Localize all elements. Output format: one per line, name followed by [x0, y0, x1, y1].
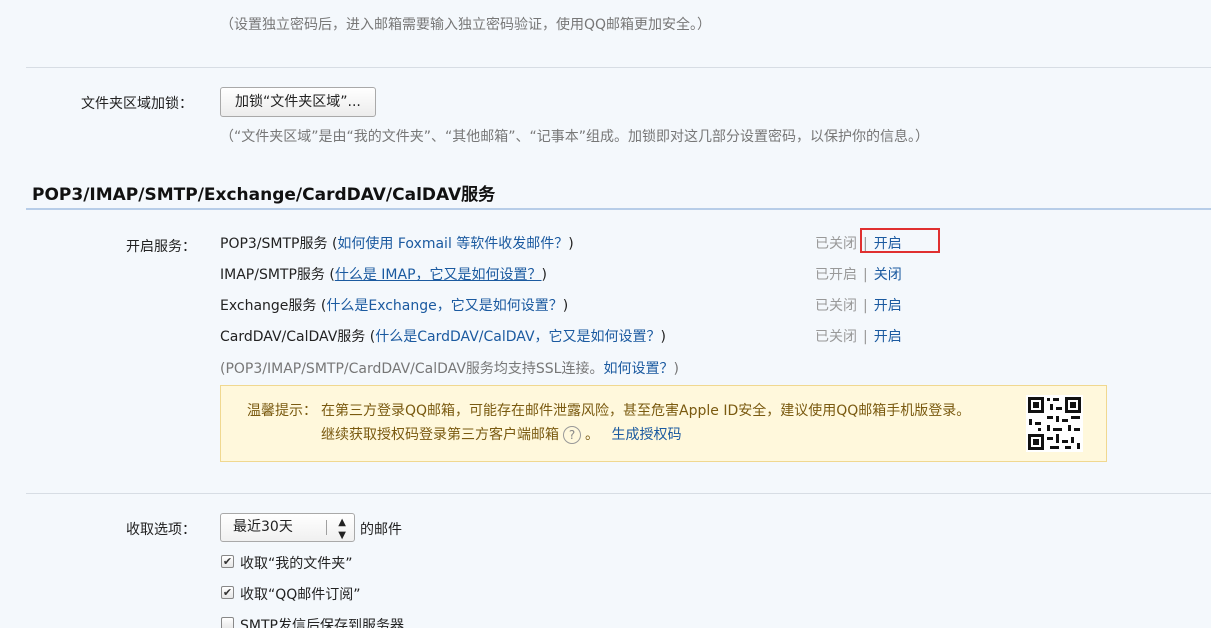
help-question-icon[interactable]: ? — [563, 426, 581, 444]
receive-range-select[interactable]: 最近30天 ▲ ▼ — [220, 513, 355, 542]
service-status-exchange: 已关闭 | 开启 — [815, 295, 902, 315]
select-divider — [326, 520, 327, 535]
tip-line1: 在第三方登录QQ邮箱，可能存在邮件泄露风险，甚至危害Apple ID安全，建议使… — [321, 403, 971, 419]
service-name: POP3/SMTP服务 — [220, 236, 328, 252]
option-label: 收取“QQ邮件订阅” — [240, 587, 361, 603]
folder-lock-note: （“文件夹区域”是由“我的文件夹”、“其他邮箱”、“记事本”组成。加锁即对这几部… — [220, 129, 930, 145]
receive-options-label: 收取选项： — [126, 522, 196, 538]
checkbox-smtp-save[interactable] — [221, 617, 234, 628]
separator: | — [863, 267, 868, 283]
service-row-carddav: CardDAV/CalDAV服务 (什么是CardDAV/CalDAV，它又是如… — [220, 326, 666, 346]
service-row-pop3: POP3/SMTP服务 (如何使用 Foxmail 等软件收发邮件？) — [220, 233, 574, 253]
service-name: Exchange服务 — [220, 298, 317, 314]
status-text: 已关闭 — [815, 236, 857, 252]
service-row-imap: IMAP/SMTP服务 (什么是 IMAP，它又是如何设置？) — [220, 264, 547, 284]
ssl-note-text: (POP3/IMAP/SMTP/CardDAV/CalDAV服务均支持SSL连接… — [220, 361, 604, 377]
paren: ) — [660, 329, 667, 345]
divider — [26, 493, 1211, 494]
service-name: CardDAV/CalDAV服务 — [220, 329, 366, 345]
qr-code-icon — [1026, 395, 1083, 452]
select-value: 最近30天 — [233, 519, 293, 535]
service-row-exchange: Exchange服务 (什么是Exchange，它又是如何设置？) — [220, 295, 568, 315]
checkbox-qq-subscription[interactable]: ✔ — [221, 586, 234, 599]
help-link-pop3[interactable]: 如何使用 Foxmail 等软件收发邮件？ — [337, 236, 568, 252]
services-label: 开启服务： — [126, 239, 196, 255]
help-link-exchange[interactable]: 什么是Exchange，它又是如何设置？ — [326, 298, 562, 314]
separator: | — [863, 329, 868, 345]
tip-line2-text: 继续获取授权码登录第三方客户端邮箱 — [321, 427, 559, 443]
folder-lock-label: 文件夹区域加锁： — [81, 96, 193, 112]
ssl-setup-link[interactable]: 如何设置？ — [603, 361, 673, 377]
highlight-box — [860, 228, 940, 253]
divider — [26, 67, 1211, 68]
paren: ) — [541, 267, 547, 283]
updown-arrows-icon: ▲ ▼ — [338, 517, 346, 541]
toggle-exchange-link[interactable]: 开启 — [874, 298, 902, 314]
generate-auth-code-link[interactable]: 生成授权码 — [611, 427, 681, 443]
service-status-imap: 已开启 | 关闭 — [815, 264, 902, 284]
period: 。 — [585, 427, 599, 443]
service-status-carddav: 已关闭 | 开启 — [815, 326, 902, 346]
separator: | — [863, 298, 868, 314]
password-note: （设置独立密码后，进入邮箱需要输入独立密码验证，使用QQ邮箱更加安全。） — [220, 17, 712, 33]
tip-line2: 继续获取授权码登录第三方客户端邮箱?。 生成授权码 — [321, 424, 681, 444]
lock-folder-button[interactable]: 加锁“文件夹区域”... — [220, 87, 376, 117]
service-name: IMAP/SMTP服务 — [220, 267, 325, 283]
paren: ) — [568, 236, 574, 252]
status-text: 已关闭 — [815, 329, 857, 345]
help-link-carddav[interactable]: 什么是CardDAV/CalDAV，它又是如何设置？ — [375, 329, 660, 345]
option-label: 收取“我的文件夹” — [240, 556, 353, 572]
select-suffix: 的邮件 — [360, 522, 402, 538]
section-title: POP3/IMAP/SMTP/Exchange/CardDAV/CalDAV服务 — [32, 185, 496, 205]
checkbox-my-folders[interactable]: ✔ — [221, 555, 234, 568]
toggle-imap-link[interactable]: 关闭 — [874, 267, 902, 283]
paren: ) — [673, 361, 679, 377]
status-text: 已开启 — [815, 267, 857, 283]
help-link-imap[interactable]: 什么是 IMAP，它又是如何设置？ — [335, 267, 542, 283]
paren: ) — [562, 298, 569, 314]
ssl-note: (POP3/IMAP/SMTP/CardDAV/CalDAV服务均支持SSL连接… — [220, 358, 679, 378]
tip-label: 温馨提示： — [247, 403, 317, 419]
option-label: SMTP发信后保存到服务器 — [240, 618, 404, 628]
toggle-carddav-link[interactable]: 开启 — [874, 329, 902, 345]
section-divider — [26, 208, 1211, 210]
status-text: 已关闭 — [815, 298, 857, 314]
tip-box: 温馨提示： 在第三方登录QQ邮箱，可能存在邮件泄露风险，甚至危害Apple ID… — [220, 385, 1107, 462]
